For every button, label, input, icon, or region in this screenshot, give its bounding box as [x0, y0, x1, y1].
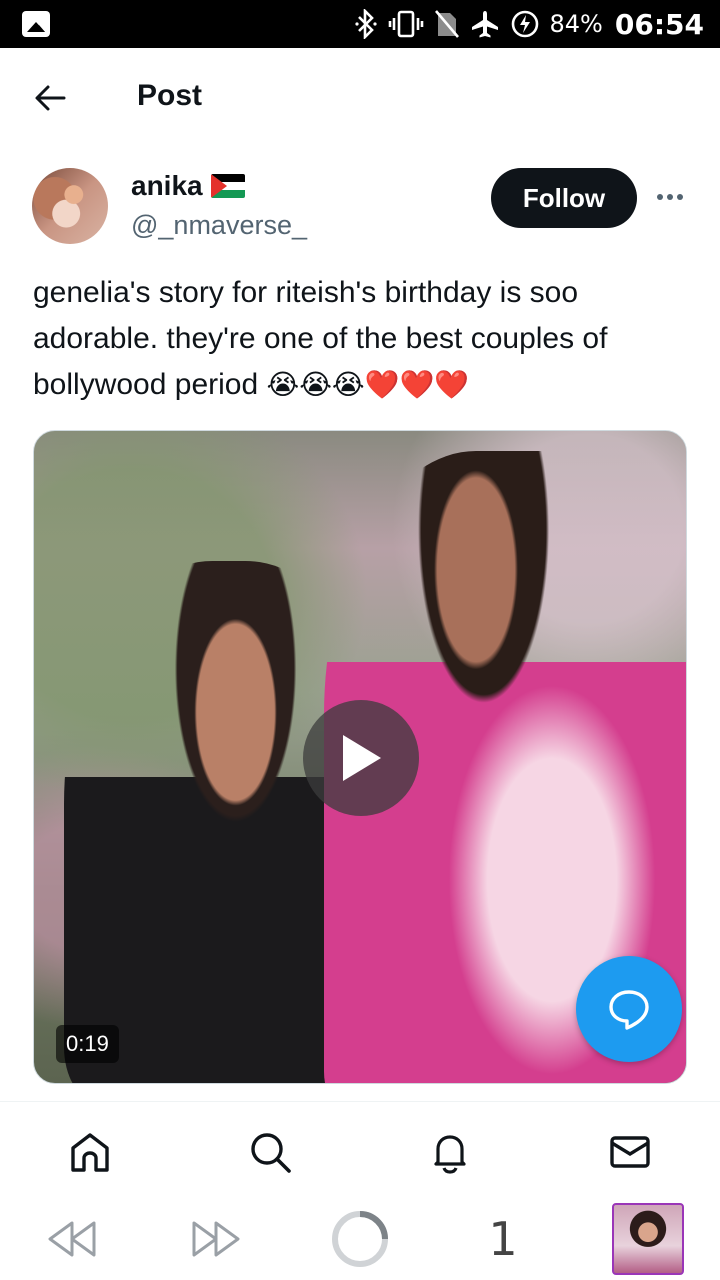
author-name: anika: [131, 170, 203, 201]
battery-charging-icon: [510, 9, 540, 39]
battery-percent: 84%: [549, 10, 603, 38]
no-sim-icon: [434, 9, 460, 39]
status-icons: 84% 06:54: [354, 0, 704, 48]
status-bar: 84% 06:54: [0, 0, 720, 48]
vibrate-icon: [388, 9, 424, 39]
browser-bar: 1: [0, 1197, 720, 1280]
browser-reload-button[interactable]: [330, 1209, 390, 1269]
video-duration: 0:19: [56, 1025, 119, 1063]
search-icon: [251, 1133, 291, 1173]
browser-back-button[interactable]: [44, 1217, 100, 1261]
author-name-row[interactable]: anika: [131, 170, 245, 202]
nav-messages[interactable]: [606, 1128, 654, 1176]
loading-ring-icon: [332, 1211, 388, 1267]
reply-bubble-icon: [609, 990, 649, 1030]
browser-tab-thumbnail[interactable]: [611, 1202, 685, 1276]
more-horizontal-icon[interactable]: [652, 182, 688, 212]
messages-icon: [610, 1136, 650, 1168]
browser-tab-count[interactable]: 1: [478, 1209, 528, 1269]
tab-thumbnail-image: [612, 1203, 684, 1275]
fast-forward-icon: [192, 1221, 240, 1257]
browser-forward-button[interactable]: [188, 1217, 244, 1261]
home-icon: [71, 1133, 109, 1172]
bottom-nav: [0, 1101, 720, 1197]
bluetooth-icon: [354, 9, 378, 39]
arrow-left-icon: [35, 85, 66, 111]
post-author: anika @_nmaverse_ Follow: [0, 150, 720, 260]
airplane-icon: [470, 9, 500, 39]
reply-fab-button[interactable]: [576, 956, 682, 1062]
author-handle[interactable]: @_nmaverse_: [131, 210, 307, 241]
avatar[interactable]: [32, 168, 108, 244]
page-title: Post: [137, 79, 203, 112]
clock: 06:54: [614, 7, 704, 41]
follow-button[interactable]: Follow: [491, 168, 637, 228]
play-button[interactable]: [303, 700, 419, 816]
back-button[interactable]: [30, 78, 70, 118]
tab-count: 1: [488, 1212, 518, 1266]
post-text: genelia's story for riteish's birthday i…: [33, 270, 693, 408]
notifications-icon: [434, 1135, 466, 1174]
nav-search[interactable]: [246, 1128, 294, 1176]
play-icon: [343, 735, 381, 781]
post-header: Post: [0, 48, 720, 146]
gallery-icon: [22, 11, 50, 37]
rewind-icon: [48, 1221, 96, 1257]
nav-notifications[interactable]: [426, 1128, 474, 1176]
palestine-flag-icon: [210, 174, 245, 198]
nav-home[interactable]: [66, 1128, 114, 1176]
post-emojis: 😭😭😭❤️❤️❤️: [266, 369, 470, 400]
